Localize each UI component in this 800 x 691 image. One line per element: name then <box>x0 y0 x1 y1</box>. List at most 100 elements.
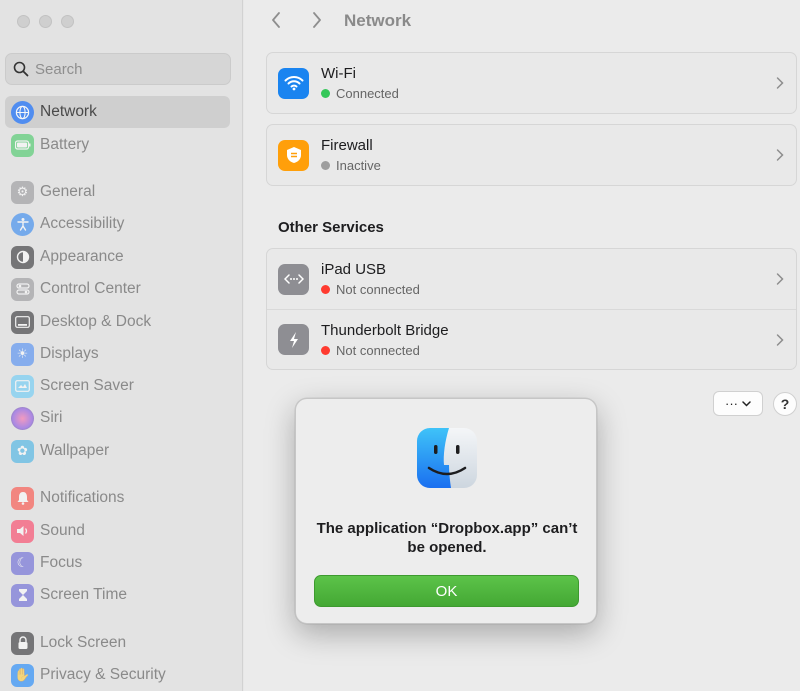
sidebar-item-desktop-dock[interactable]: Desktop & Dock <box>5 306 230 338</box>
sidebar-item-label: Desktop & Dock <box>40 313 152 330</box>
control-center-icon <box>11 277 34 301</box>
sidebar-item-appearance[interactable]: Appearance <box>5 241 230 273</box>
sidebar-item-label: Lock Screen <box>40 634 127 651</box>
sidebar-item-label: Control Center <box>40 280 141 297</box>
status-text: Not connected <box>336 282 420 297</box>
zoom-window-button[interactable] <box>61 15 74 28</box>
window-controls <box>17 15 74 28</box>
sidebar-item-label: Screen Time <box>40 586 128 603</box>
sidebar-item-label: Focus <box>40 554 83 571</box>
sidebar-item-screen-time[interactable]: Screen Time <box>5 579 230 611</box>
sidebar-item-label: Notifications <box>40 489 125 506</box>
firewall-icon <box>278 139 309 171</box>
service-row-ipad-usb[interactable]: iPad USB Not connected <box>267 249 796 309</box>
sidebar-item-notifications[interactable]: Notifications <box>5 482 230 514</box>
section-title-other-services: Other Services <box>278 219 384 236</box>
lock-icon <box>11 631 34 655</box>
status-dot <box>321 161 330 170</box>
sidebar-item-sound[interactable]: Sound <box>5 515 230 547</box>
accessibility-icon <box>11 212 34 236</box>
service-row-wifi[interactable]: Wi-Fi Connected <box>267 53 796 113</box>
sidebar-item-battery[interactable]: Battery <box>5 129 230 161</box>
more-actions-button[interactable]: ··· <box>713 391 763 416</box>
speaker-icon <box>11 519 34 543</box>
close-window-button[interactable] <box>17 15 30 28</box>
sidebar: Network Battery ⚙ General Accessibility … <box>0 0 243 691</box>
finder-icon <box>416 427 478 489</box>
sidebar-item-wallpaper[interactable]: ✿ Wallpaper <box>5 435 230 467</box>
chevron-right-icon <box>776 333 784 346</box>
service-status: Not connected <box>321 282 420 297</box>
other-services-card: iPad USB Not connected Thunderbolt Bridg… <box>266 248 797 370</box>
globe-icon <box>11 100 34 124</box>
alert-dialog: The application “Dropbox.app” can’t be o… <box>295 398 597 624</box>
hand-icon: ✋ <box>11 663 34 687</box>
service-title: Firewall <box>321 137 373 154</box>
chevron-left-icon <box>272 12 280 28</box>
status-text: Inactive <box>336 158 381 173</box>
status-text: Connected <box>336 86 399 101</box>
sidebar-item-label: Accessibility <box>40 215 125 232</box>
sidebar-item-label: Privacy & Security <box>40 666 166 683</box>
sidebar-item-label: Appearance <box>40 248 124 265</box>
status-text: Not connected <box>336 342 420 358</box>
sidebar-item-siri[interactable]: Siri <box>5 402 230 434</box>
bell-icon <box>11 486 34 510</box>
sidebar-item-label: Displays <box>40 345 99 362</box>
toolbar: Network <box>244 0 800 44</box>
service-status: Not connected <box>321 343 449 358</box>
search-icon <box>13 61 29 77</box>
page-title: Network <box>344 11 412 30</box>
sidebar-item-accessibility[interactable]: Accessibility <box>5 208 230 240</box>
search-field[interactable] <box>5 53 231 85</box>
chevron-right-icon <box>313 12 321 28</box>
service-status: Connected <box>321 86 399 101</box>
chevron-right-icon <box>776 273 784 285</box>
sidebar-item-focus[interactable]: ☾ Focus <box>5 547 230 579</box>
flower-icon: ✿ <box>11 439 34 463</box>
service-title: Wi-Fi <box>321 65 356 82</box>
thunderbolt-icon <box>278 324 309 355</box>
battery-icon <box>11 133 34 157</box>
chevron-down-icon <box>742 400 751 407</box>
sidebar-item-lock-screen[interactable]: Lock Screen <box>5 627 230 659</box>
firewall-card[interactable]: Firewall Inactive <box>266 124 797 186</box>
sidebar-item-label: Wallpaper <box>40 442 110 459</box>
back-button[interactable] <box>264 8 288 32</box>
forward-button[interactable] <box>305 8 329 32</box>
sidebar-item-network[interactable]: Network <box>5 96 230 128</box>
screen-saver-icon <box>11 374 34 398</box>
alert-message: The application “Dropbox.app” can’t be o… <box>316 520 578 556</box>
sidebar-item-general[interactable]: ⚙ General <box>5 176 230 208</box>
sidebar-item-label: Siri <box>40 409 63 426</box>
wifi-icon <box>278 67 309 99</box>
service-row-thunderbolt-bridge[interactable]: Thunderbolt Bridge Not connected <box>267 309 796 369</box>
sidebar-item-privacy-security[interactable]: ✋ Privacy & Security <box>5 659 230 691</box>
service-row-firewall[interactable]: Firewall Inactive <box>267 125 796 185</box>
gear-icon: ⚙ <box>11 180 34 204</box>
sidebar-item-label: General <box>40 183 96 200</box>
siri-icon <box>11 406 34 430</box>
dock-icon <box>11 310 34 334</box>
sidebar-item-displays[interactable]: ☀ Displays <box>5 338 230 370</box>
wifi-card[interactable]: Wi-Fi Connected <box>266 52 797 114</box>
minimize-window-button[interactable] <box>39 15 52 28</box>
sidebar-item-label: Battery <box>40 136 90 153</box>
sidebar-item-control-center[interactable]: Control Center <box>5 273 230 305</box>
ellipsis-icon: ··· <box>725 396 738 411</box>
status-dot <box>321 345 330 355</box>
ethernet-icon <box>278 263 309 295</box>
service-title: Thunderbolt Bridge <box>321 321 449 339</box>
sidebar-item-label: Sound <box>40 522 85 539</box>
sidebar-item-label: Network <box>40 103 97 120</box>
status-dot <box>321 285 330 294</box>
ok-button[interactable]: OK <box>314 575 579 607</box>
moon-icon: ☾ <box>11 551 34 575</box>
help-button[interactable]: ? <box>773 392 797 416</box>
service-status: Inactive <box>321 158 381 173</box>
chevron-right-icon <box>776 77 784 89</box>
sidebar-item-label: Screen Saver <box>40 377 134 394</box>
search-input[interactable] <box>35 60 225 78</box>
hourglass-icon <box>11 583 34 607</box>
sidebar-item-screen-saver[interactable]: Screen Saver <box>5 370 230 402</box>
